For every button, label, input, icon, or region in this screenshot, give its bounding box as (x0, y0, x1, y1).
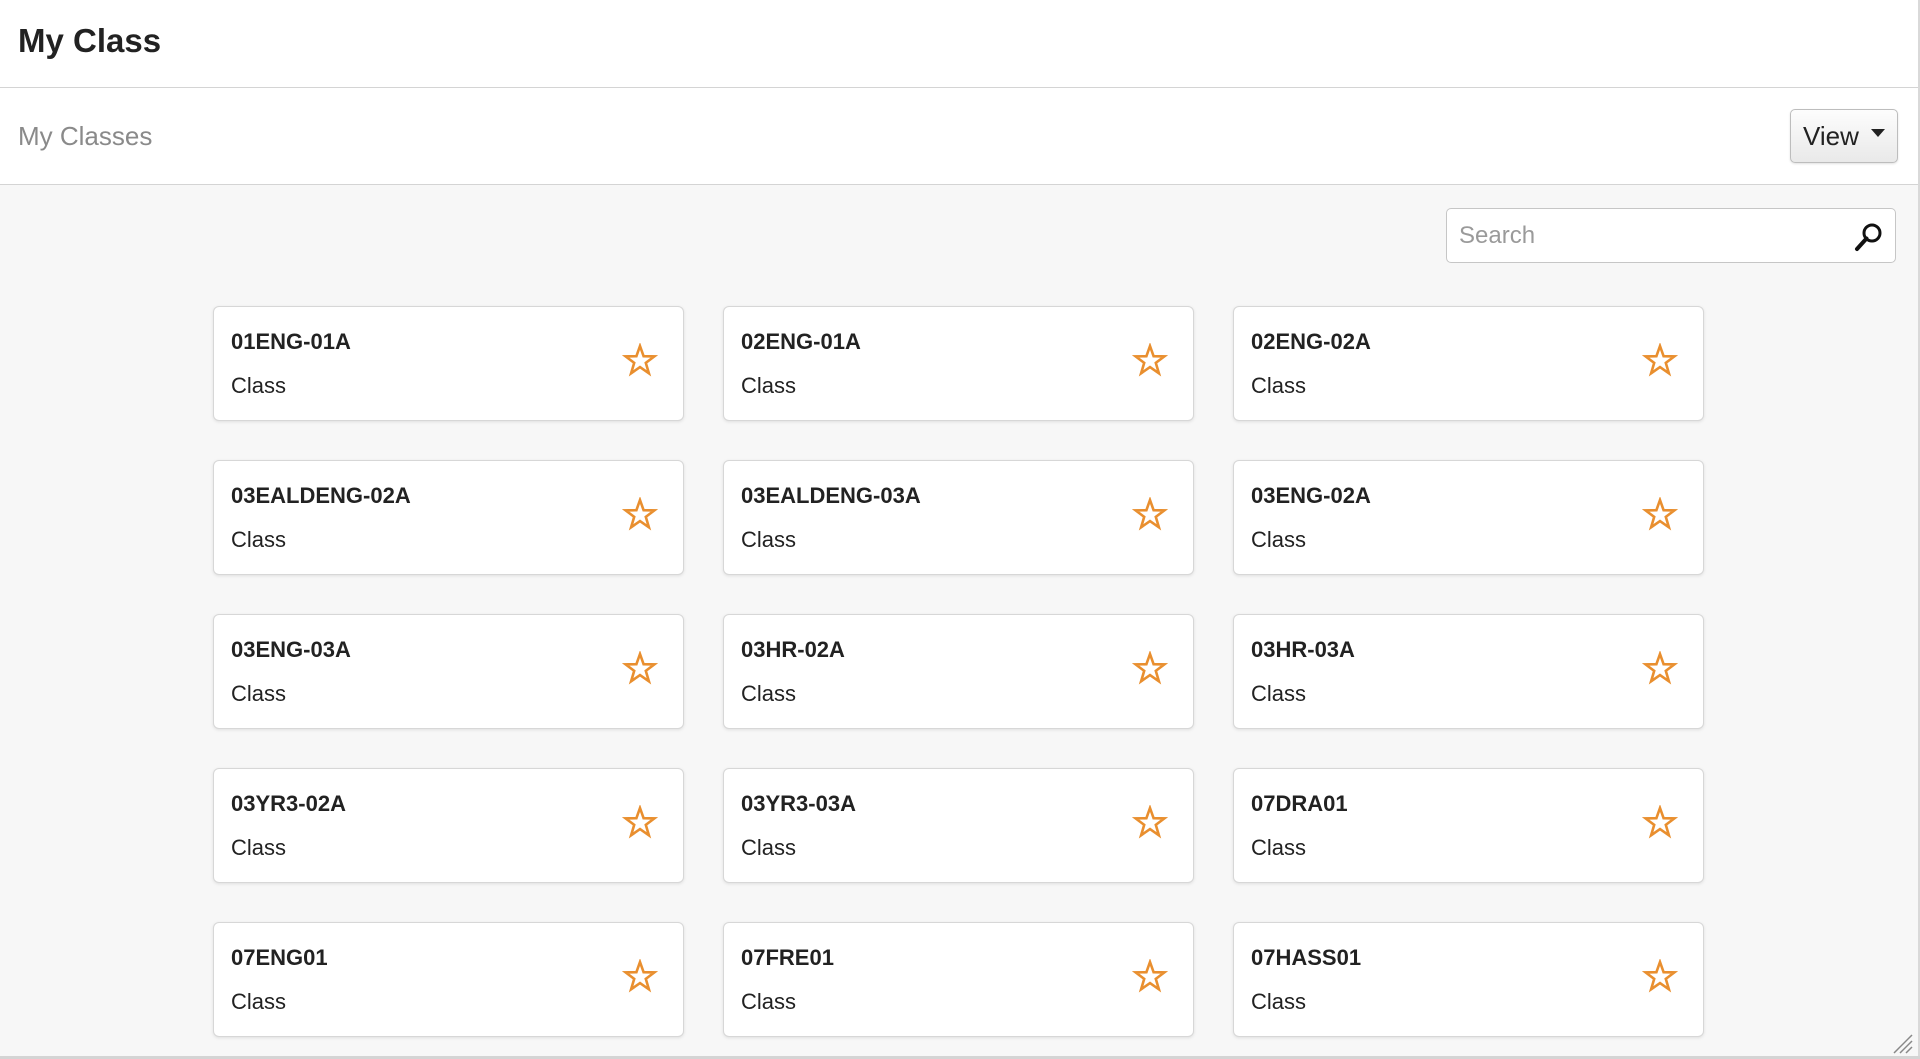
class-type: Class (1251, 373, 1307, 398)
class-card[interactable]: 03EALDENG-02A Class (213, 460, 684, 575)
class-name: 03YR3-03A (741, 791, 856, 816)
star-icon[interactable] (622, 497, 658, 533)
page-title: My Class (18, 22, 162, 59)
class-name: 03EALDENG-02A (231, 483, 411, 508)
star-icon[interactable] (622, 805, 658, 841)
class-type: Class (741, 989, 797, 1014)
class-type: Class (741, 373, 797, 398)
star-icon[interactable] (1132, 959, 1168, 995)
section-title: My Classes (18, 121, 153, 151)
class-name: 07HASS01 (1251, 945, 1362, 970)
class-card[interactable]: 02ENG-02A Class (1233, 306, 1704, 421)
search-icon[interactable] (1853, 221, 1885, 253)
class-name: 01ENG-01A (231, 329, 351, 354)
class-card[interactable]: 03HR-02A Class (723, 614, 1194, 729)
class-card[interactable]: 07DRA01 Class (1233, 768, 1704, 883)
view-button-label: View (1803, 121, 1859, 151)
class-card[interactable]: 03EALDENG-03A Class (723, 460, 1194, 575)
star-icon[interactable] (1642, 805, 1678, 841)
class-card[interactable]: 07HASS01 Class (1233, 922, 1704, 1037)
class-type: Class (1251, 527, 1307, 552)
star-icon[interactable] (1132, 343, 1168, 379)
class-type: Class (741, 527, 797, 552)
class-list-area: 01ENG-01A Class 02ENG-01A Class 02ENG-02A Cla… (0, 185, 1918, 1059)
class-card[interactable]: 07ENG01 Class (213, 922, 684, 1037)
class-name: 07DRA01 (1251, 791, 1348, 816)
search-box (1446, 208, 1896, 263)
star-icon[interactable] (1642, 651, 1678, 687)
star-icon[interactable] (1642, 343, 1678, 379)
class-type: Class (1251, 989, 1307, 1014)
star-icon[interactable] (1132, 805, 1168, 841)
class-type: Class (1251, 835, 1307, 860)
page-header: My Class (0, 0, 1918, 88)
class-type: Class (741, 835, 797, 860)
star-icon[interactable] (1642, 959, 1678, 995)
caret-down-icon (1871, 129, 1885, 137)
class-card[interactable]: 02ENG-01A Class (723, 306, 1194, 421)
class-name: 07FRE01 (741, 945, 834, 970)
class-type: Class (231, 527, 287, 552)
class-name: 03ENG-03A (231, 637, 351, 662)
class-type: Class (1251, 681, 1307, 706)
star-icon[interactable] (1132, 497, 1168, 533)
class-type: Class (741, 681, 797, 706)
sub-header: My Classes View (0, 88, 1918, 185)
class-card-grid: 01ENG-01A Class 02ENG-01A Class 02ENG-02A Cla… (213, 306, 1704, 1037)
class-name: 03HR-03A (1251, 637, 1355, 662)
class-card[interactable]: 03YR3-03A Class (723, 768, 1194, 883)
star-icon[interactable] (622, 651, 658, 687)
class-card[interactable]: 03HR-03A Class (1233, 614, 1704, 729)
class-name: 02ENG-01A (741, 329, 861, 354)
class-name: 03HR-02A (741, 637, 845, 662)
star-icon[interactable] (622, 959, 658, 995)
class-name: 02ENG-02A (1251, 329, 1371, 354)
class-type: Class (231, 835, 287, 860)
class-card[interactable]: 03ENG-02A Class (1233, 460, 1704, 575)
star-icon[interactable] (1642, 497, 1678, 533)
star-icon[interactable] (622, 343, 658, 379)
class-type: Class (231, 681, 287, 706)
class-name: 03ENG-02A (1251, 483, 1371, 508)
class-name: 03YR3-02A (231, 791, 346, 816)
view-dropdown-button[interactable]: View (1790, 109, 1898, 163)
class-type: Class (231, 373, 287, 398)
class-card[interactable]: 07FRE01 Class (723, 922, 1194, 1037)
class-card[interactable]: 03YR3-02A Class (213, 768, 684, 883)
class-name: 07ENG01 (231, 945, 328, 970)
class-type: Class (231, 989, 287, 1014)
class-name: 03EALDENG-03A (741, 483, 921, 508)
star-icon[interactable] (1132, 651, 1168, 687)
class-card[interactable]: 01ENG-01A Class (213, 306, 684, 421)
class-card[interactable]: 03ENG-03A Class (213, 614, 684, 729)
resize-grip-icon[interactable] (1890, 1031, 1914, 1055)
search-input[interactable] (1447, 209, 1837, 262)
